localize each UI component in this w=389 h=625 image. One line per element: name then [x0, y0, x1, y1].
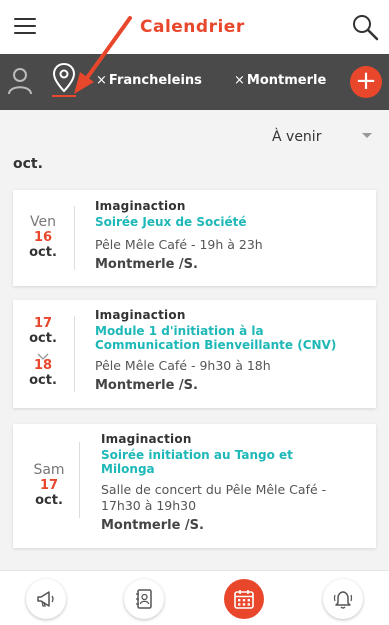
event-city: Montmerle /S.	[95, 257, 198, 272]
event-title[interactable]: Soirée Jeux de Société	[95, 215, 370, 229]
event-info: Imaginaction Soirée Jeux de Société Pêle…	[95, 199, 370, 272]
megaphone-icon[interactable]	[26, 579, 66, 619]
chip-label: Montmerle	[246, 73, 327, 88]
filter-chip-francheleins[interactable]: × Francheleins	[96, 73, 202, 88]
date-month: oct.	[29, 245, 57, 260]
chip-label: Francheleins	[108, 73, 202, 88]
sort-selected-value: À venir	[272, 129, 322, 145]
event-organizer: Imaginaction	[95, 308, 186, 322]
event-place: Pêle Mêle Café - 19h à 23h	[95, 237, 263, 252]
date-month: oct.	[35, 493, 63, 508]
date-start-day: 17	[33, 316, 53, 331]
event-city: Montmerle /S.	[95, 378, 198, 393]
event-title[interactable]: Module 1 d'initiation à la Communication…	[95, 324, 370, 352]
remove-chip-icon[interactable]: ×	[96, 73, 107, 88]
bottom-navigation	[0, 570, 389, 625]
event-city: Montmerle /S.	[101, 518, 204, 533]
search-icon[interactable]	[350, 12, 380, 42]
event-card[interactable]: Ven 16 oct. Imaginaction Soirée Jeux de …	[13, 190, 376, 286]
event-place: Salle de concert du Pêle Mêle Café - 17h…	[101, 482, 371, 514]
dropdown-caret-icon	[362, 133, 372, 138]
event-date-range: 17 oct. 18 oct.	[13, 316, 73, 388]
event-card[interactable]: 17 oct. 18 oct. Imaginaction Module 1 d'…	[13, 300, 376, 408]
month-header: oct.	[13, 156, 43, 172]
bell-icon[interactable]	[323, 579, 363, 619]
date-start-month: oct.	[29, 331, 57, 346]
sort-select[interactable]: À venir	[272, 126, 376, 146]
event-date: Ven 16 oct.	[13, 214, 73, 260]
app-header: Calendrier	[0, 0, 389, 54]
filter-chip-montmerle[interactable]: × Montmerle	[234, 73, 326, 88]
date-end-month: oct.	[29, 373, 57, 388]
divider	[74, 316, 75, 392]
remove-chip-icon[interactable]: ×	[234, 73, 245, 88]
event-title-line: Module 1 d'initiation à la	[95, 324, 264, 338]
event-card[interactable]: Sam 17 oct. Imaginaction Soirée initiati…	[13, 424, 376, 548]
event-place-line: 17h30 à 19h30	[101, 498, 197, 513]
event-title-line: Communication Bienveillante (CNV)	[95, 338, 337, 352]
add-filter-button[interactable]: +	[350, 66, 382, 98]
event-organizer: Imaginaction	[95, 199, 186, 213]
contacts-icon[interactable]	[124, 579, 164, 619]
user-icon[interactable]	[6, 66, 34, 96]
range-chevron-icon	[13, 346, 73, 360]
divider	[79, 442, 80, 518]
event-info: Imaginaction Soirée initiation au Tango …	[101, 432, 371, 533]
date-weekday: Ven	[30, 214, 56, 230]
event-place: Pêle Mêle Café - 9h30 à 18h	[95, 358, 271, 373]
event-title-line: Soirée initiation au Tango et	[101, 448, 293, 462]
event-place-line: Salle de concert du Pêle Mêle Café -	[101, 482, 327, 497]
filter-bar: × Francheleins × Montmerle +	[0, 54, 389, 110]
calendar-icon[interactable]	[224, 579, 264, 619]
date-day: 17	[39, 478, 59, 493]
date-weekday: Sam	[33, 462, 65, 478]
date-day: 16	[33, 230, 53, 245]
event-title[interactable]: Soirée initiation au Tango et Milonga	[101, 448, 371, 476]
menu-icon[interactable]	[14, 18, 36, 36]
event-info: Imaginaction Module 1 d'initiation à la …	[95, 308, 370, 393]
event-organizer: Imaginaction	[101, 432, 192, 446]
event-title-line: Milonga	[101, 462, 155, 476]
page-title: Calendrier	[140, 17, 245, 37]
divider	[74, 206, 75, 270]
active-tab-indicator	[52, 95, 76, 97]
date-end-day: 18	[33, 358, 53, 373]
event-date: Sam 17 oct.	[19, 462, 79, 508]
